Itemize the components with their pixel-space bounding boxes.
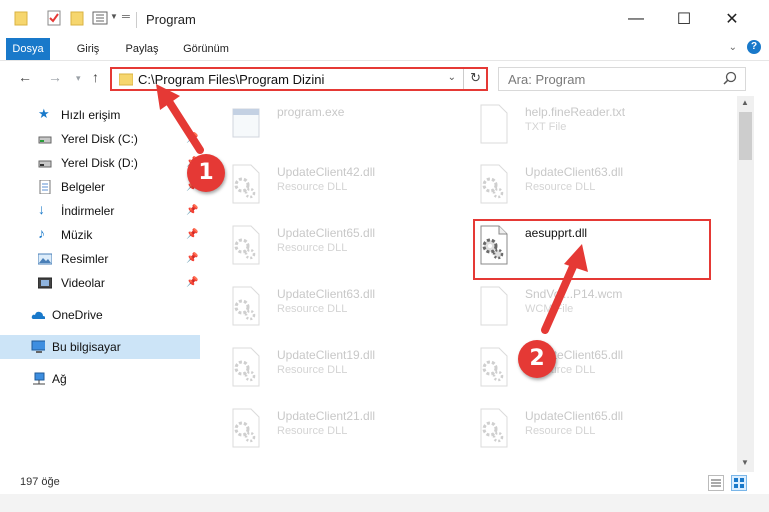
arrow-2-shaft [541, 258, 579, 334]
step-1-callout: 1 [187, 154, 225, 192]
step-2-callout: 2 [518, 340, 556, 378]
annotation-arrows [156, 84, 588, 334]
arrow-1-shaft [164, 96, 204, 154]
arrow-2-head [564, 244, 588, 272]
